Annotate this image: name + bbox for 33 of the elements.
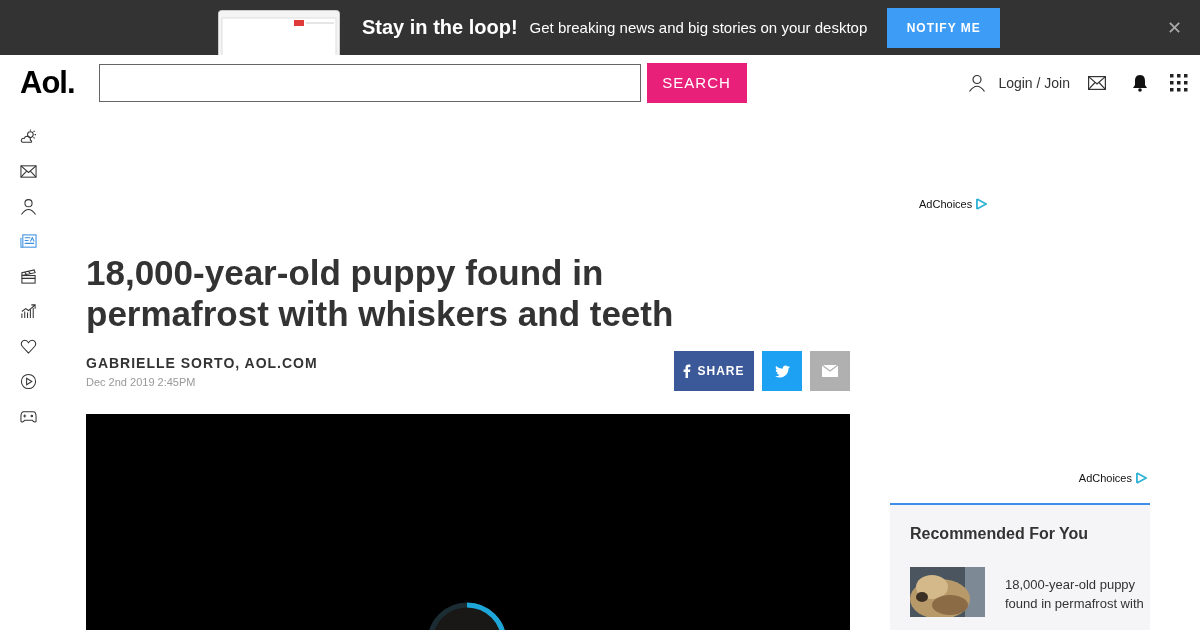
envelope-icon — [822, 365, 838, 377]
facebook-icon — [683, 364, 692, 378]
banner-text: Get breaking news and big stories on your desktop — [529, 19, 868, 36]
article-title: 18,000-year-old puppy found in permafrost with whiskers and teeth — [86, 252, 675, 334]
author-byline: GABRIELLE SORTO, AOL.COM — [86, 355, 318, 371]
mail-icon[interactable] — [20, 163, 37, 180]
banner-title: Stay in the loop! — [362, 16, 518, 39]
login-link[interactable]: Login / Join — [998, 74, 1070, 91]
mail-icon[interactable] — [1088, 75, 1106, 90]
video-icon[interactable] — [20, 268, 37, 285]
bird-icon — [774, 364, 790, 378]
user-icon[interactable] — [968, 73, 987, 92]
twitter-share-button[interactable] — [762, 351, 802, 391]
search-button[interactable]: SEARCH — [646, 62, 747, 103]
adchoices-link[interactable]: AdChoices — [1078, 472, 1132, 484]
close-button[interactable]: ✕ — [1166, 17, 1182, 38]
health-icon[interactable] — [20, 338, 37, 355]
weather-icon[interactable] — [20, 128, 37, 145]
logo[interactable]: Aol. — [20, 64, 75, 101]
user-icon[interactable] — [20, 198, 37, 215]
adchoices-link[interactable]: AdChoices — [919, 198, 973, 210]
games-icon[interactable] — [20, 408, 37, 425]
finance-icon[interactable] — [20, 303, 37, 320]
facebook-share-button[interactable]: SHARE — [674, 351, 754, 391]
browser-preview-icon — [218, 10, 340, 55]
apps-grid-icon[interactable] — [1170, 73, 1188, 92]
play-icon[interactable] — [20, 373, 37, 390]
publish-date: Dec 2nd 2019 2:45PM — [86, 376, 197, 388]
search-field[interactable] — [98, 63, 641, 102]
recommended-headline[interactable]: 18,000-year-old puppy found in permafrost with — [1005, 575, 1144, 617]
bell-icon[interactable] — [1132, 73, 1148, 92]
news-icon[interactable] — [20, 233, 37, 250]
recommended-title: Recommended For You — [910, 525, 1090, 543]
